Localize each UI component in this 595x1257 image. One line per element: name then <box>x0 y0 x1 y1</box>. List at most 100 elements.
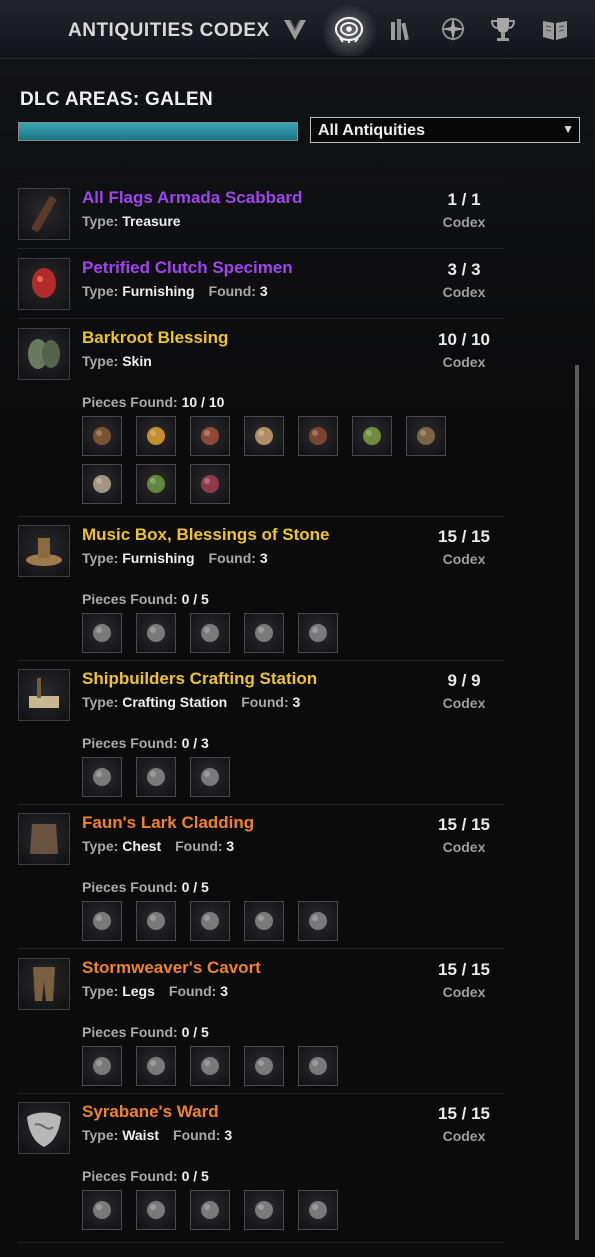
codex-label[interactable]: Codex <box>424 284 504 300</box>
coil-icon[interactable] <box>136 1046 176 1086</box>
found-value: 3 <box>224 1127 233 1143</box>
spool-icon[interactable] <box>136 1190 176 1230</box>
antiquity-name[interactable]: Shipbuilders Crafting Station <box>82 669 317 689</box>
antiquity-row[interactable]: Syrabane's Ward Type: Waist Found: 3 15 / 1… <box>18 1102 504 1243</box>
antiquity-name[interactable]: Stormweaver's Cavort <box>82 958 261 978</box>
type-value: Treasure <box>122 213 181 229</box>
ring-flower-icon[interactable] <box>244 901 284 941</box>
pins-icon[interactable] <box>136 613 176 653</box>
found-label: Found: <box>168 983 217 999</box>
type-label: Type: <box>82 550 123 566</box>
frame-icon[interactable] <box>190 757 230 797</box>
antiquity-row[interactable]: Faun's Lark Cladding Type: Chest Found: 3 1… <box>18 813 504 949</box>
antiquity-name[interactable]: Barkroot Blessing <box>82 328 228 348</box>
tablet-icon[interactable] <box>190 416 230 456</box>
antiquity-row[interactable]: All Flags Armada Scabbard Type: Treasure 1… <box>18 188 504 249</box>
antiquity-type-line: Type: Crafting Station Found: 3 <box>82 694 300 710</box>
crystal-icon[interactable] <box>136 416 176 456</box>
leggings-icon <box>18 958 70 1010</box>
fringe-icon[interactable] <box>190 1046 230 1086</box>
antiquity-name[interactable]: Petrified Clutch Specimen <box>82 258 293 278</box>
roots-icon[interactable] <box>298 1046 338 1086</box>
pieces-found-label: Pieces Found: <box>82 879 178 895</box>
found-value: 3 <box>259 283 268 299</box>
pieces-found-value: 0 / 5 <box>181 591 209 607</box>
pieces-found-value: 0 / 3 <box>181 735 209 751</box>
hammer-icon[interactable] <box>298 1190 338 1230</box>
journal-icon[interactable] <box>538 10 572 48</box>
trophy-icon[interactable] <box>486 10 520 48</box>
pieces-found-line: Pieces Found: 0 / 5 <box>82 879 209 895</box>
codex-label[interactable]: Codex <box>424 1128 504 1144</box>
antiquity-name[interactable]: Music Box, Blessings of Stone <box>82 525 330 545</box>
codex-label[interactable]: Codex <box>424 695 504 711</box>
bead-necklace-icon[interactable] <box>136 901 176 941</box>
found-label: Found: <box>175 838 223 854</box>
shovel-icon[interactable] <box>298 416 338 456</box>
compass-icon[interactable] <box>436 10 470 48</box>
tomes-icon[interactable] <box>384 10 418 48</box>
found-label: Found: <box>241 694 289 710</box>
area-progress-bar <box>18 122 298 141</box>
kettle-icon[interactable] <box>190 1190 230 1230</box>
scabbard-icon <box>18 188 70 240</box>
type-label: Type: <box>82 353 123 369</box>
cloth-icon[interactable] <box>190 901 230 941</box>
codex-eye-icon[interactable] <box>332 10 366 48</box>
medallion-icon[interactable] <box>82 1046 122 1086</box>
hide-icon[interactable] <box>298 901 338 941</box>
pieces-found-line: Pieces Found: 0 / 5 <box>82 591 209 607</box>
crank-icon[interactable] <box>244 613 284 653</box>
bowl-icon[interactable] <box>244 416 284 456</box>
vine-icon[interactable] <box>352 416 392 456</box>
antiquity-row[interactable]: Shipbuilders Crafting Station Type: Craft… <box>18 669 504 805</box>
found-value: 3 <box>220 983 228 999</box>
scrying-icon[interactable] <box>278 10 312 48</box>
antiquity-row[interactable]: Barkroot Blessing Type: Skin 10 / 10 Codex P… <box>18 328 504 517</box>
codex-label[interactable]: Codex <box>424 839 504 855</box>
codex-label[interactable]: Codex <box>424 214 504 230</box>
antiquity-name[interactable]: All Flags Armada Scabbard <box>82 188 302 208</box>
type-value: Crafting Station <box>122 694 228 710</box>
scrollbar[interactable] <box>575 365 579 1240</box>
chest-icon[interactable] <box>82 416 122 456</box>
type-value: Waist <box>122 1127 160 1143</box>
plate-icon[interactable] <box>298 613 338 653</box>
pieces-found-line: Pieces Found: 0 / 5 <box>82 1168 209 1184</box>
pieces-found-line: Pieces Found: 0 / 3 <box>82 735 209 751</box>
type-label: Type: <box>82 694 123 710</box>
filter-dropdown[interactable]: All Antiquities ▼ <box>310 117 580 143</box>
pieces-found-label: Pieces Found: <box>82 394 178 410</box>
root-icon[interactable] <box>82 464 122 504</box>
found-label: Found: <box>208 283 256 299</box>
lead-count: 15 / 15 <box>438 960 490 979</box>
table-icon[interactable] <box>136 757 176 797</box>
chest-armor-icon <box>18 813 70 865</box>
pieces-found-label: Pieces Found: <box>82 1024 178 1040</box>
type-label: Type: <box>82 213 123 229</box>
pieces-found-line: Pieces Found: 0 / 5 <box>82 1024 209 1040</box>
codex-label[interactable]: Codex <box>424 354 504 370</box>
board-icon[interactable] <box>82 757 122 797</box>
antiquity-name[interactable]: Faun's Lark Cladding <box>82 813 254 833</box>
emblem-icon[interactable] <box>82 1190 122 1230</box>
antiquity-row[interactable]: Music Box, Blessings of Stone Type: Furni… <box>18 525 504 661</box>
antiquity-row[interactable]: Petrified Clutch Specimen Type: Furnishin… <box>18 258 504 319</box>
rings-icon[interactable] <box>244 1190 284 1230</box>
herb-icon[interactable] <box>136 464 176 504</box>
codex-label[interactable]: Codex <box>424 551 504 567</box>
goblet-icon[interactable] <box>190 464 230 504</box>
dropdown-arrow-icon: ▼ <box>562 122 574 136</box>
vest-icon[interactable] <box>82 901 122 941</box>
cylinder-icon[interactable] <box>190 613 230 653</box>
pieces-found-line: Pieces Found: 10 / 10 <box>82 394 224 410</box>
antiquity-list[interactable]: All Flags Armada Scabbard Type: Treasure 1… <box>0 150 595 1257</box>
antiquity-row[interactable]: Stormweaver's Cavort Type: Legs Found: 3 15… <box>18 958 504 1094</box>
antiquity-name[interactable]: Syrabane's Ward <box>82 1102 219 1122</box>
type-value: Skin <box>122 353 152 369</box>
dirt-pile-icon[interactable] <box>406 416 446 456</box>
disc-icon[interactable] <box>82 613 122 653</box>
spider-icon[interactable] <box>244 1046 284 1086</box>
codex-label[interactable]: Codex <box>424 984 504 1000</box>
lead-count: 15 / 15 <box>438 815 490 834</box>
